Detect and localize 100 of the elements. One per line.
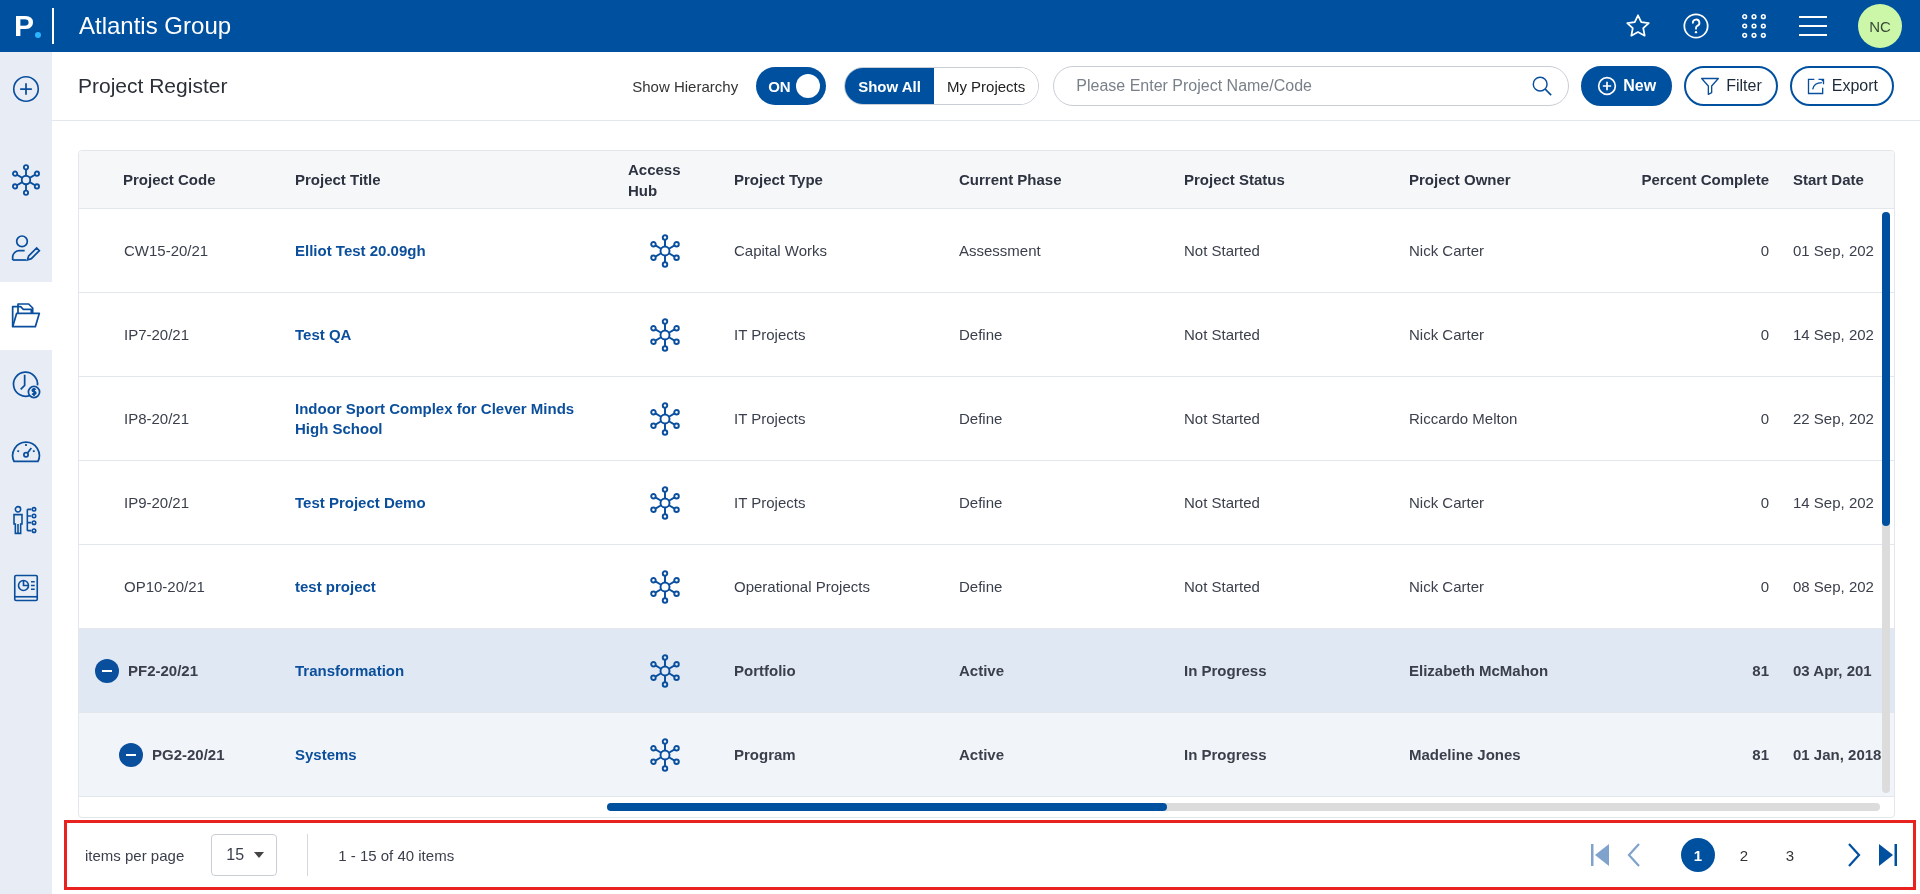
table-cell: Not Started bbox=[1184, 326, 1260, 343]
project-title-link[interactable]: Test Project Demo bbox=[295, 492, 456, 513]
clock-dollar-icon bbox=[10, 368, 42, 400]
table-cell: Define bbox=[959, 326, 1003, 343]
add-icon bbox=[12, 75, 40, 103]
table-cell: Active bbox=[959, 662, 1005, 679]
user-edit-icon bbox=[10, 232, 42, 264]
page-number[interactable]: 2 bbox=[1727, 838, 1761, 872]
table-cell: 0 bbox=[1760, 494, 1769, 511]
hierarchy-toggle[interactable]: ON bbox=[756, 67, 827, 105]
export-button[interactable]: Export bbox=[1789, 66, 1894, 106]
vertical-scrollbar[interactable] bbox=[1882, 212, 1890, 793]
project-title-link[interactable]: Systems bbox=[295, 744, 387, 765]
project-code: IP7-20/21 bbox=[124, 326, 190, 343]
network-icon[interactable] bbox=[647, 652, 683, 689]
collapse-icon[interactable] bbox=[95, 658, 119, 683]
column-header[interactable]: Current Phase bbox=[959, 151, 1184, 208]
page-number[interactable]: 1 bbox=[1681, 838, 1715, 872]
column-header[interactable]: Project Owner bbox=[1409, 151, 1634, 208]
table-row[interactable]: PG2-20/21 Systems Program Active In Progress Madeline Jones 81 01 Jan, 2018 bbox=[79, 713, 1894, 797]
column-header[interactable]: Start Date bbox=[1781, 151, 1894, 208]
user-avatar[interactable]: NC bbox=[1858, 4, 1902, 48]
star-icon[interactable] bbox=[1624, 12, 1652, 40]
column-header[interactable]: Percent Complete bbox=[1634, 151, 1781, 208]
project-title-link[interactable]: Elliot Test 20.09gh bbox=[295, 240, 456, 261]
table-cell: 81 bbox=[1752, 662, 1769, 679]
table-cell: 14 Sep, 202 bbox=[1793, 494, 1874, 511]
table-cell: Operational Projects bbox=[734, 578, 870, 595]
network-icon bbox=[9, 163, 43, 197]
page-size-select[interactable]: 15 bbox=[211, 834, 278, 876]
table-cell: 03 Apr, 201 bbox=[1793, 662, 1872, 679]
logo: P bbox=[14, 11, 50, 41]
project-title-link[interactable]: Indoor Sport Complex for Clever Minds High School bbox=[295, 398, 628, 439]
sidebar-item[interactable] bbox=[0, 282, 52, 350]
network-icon[interactable] bbox=[647, 568, 683, 605]
page-number[interactable]: 3 bbox=[1773, 838, 1807, 872]
table-cell: Nick Carter bbox=[1409, 578, 1484, 595]
view-option[interactable]: Show All bbox=[845, 68, 934, 104]
table-cell: IT Projects bbox=[734, 410, 806, 427]
search-icon bbox=[1531, 75, 1554, 97]
horizontal-scrollbar[interactable] bbox=[607, 803, 1880, 811]
items-per-page-label: items per page bbox=[85, 846, 185, 864]
project-title-link[interactable]: Transformation bbox=[295, 660, 435, 681]
last-page-icon[interactable] bbox=[1877, 841, 1899, 869]
table-cell: Define bbox=[959, 410, 1003, 427]
table-cell: In Progress bbox=[1184, 746, 1267, 763]
project-code: PF2-20/21 bbox=[128, 662, 199, 679]
column-header[interactable]: Project Type bbox=[734, 151, 959, 208]
table-cell: Define bbox=[959, 494, 1003, 511]
table-cell: Madeline Jones bbox=[1409, 746, 1521, 763]
table-cell: Define bbox=[959, 578, 1003, 595]
table-cell: Not Started bbox=[1184, 494, 1260, 511]
network-icon[interactable] bbox=[647, 736, 683, 773]
project-code: IP9-20/21 bbox=[124, 494, 190, 511]
table-cell: IT Projects bbox=[734, 494, 806, 511]
table-cell: Not Started bbox=[1184, 410, 1260, 427]
column-header[interactable]: Project Title bbox=[295, 151, 628, 208]
apps-grid-icon[interactable] bbox=[1740, 12, 1768, 40]
table-cell: 08 Sep, 202 bbox=[1793, 578, 1874, 595]
network-icon[interactable] bbox=[647, 484, 683, 521]
column-header[interactable]: Project Code bbox=[79, 151, 295, 208]
help-icon[interactable] bbox=[1682, 12, 1710, 40]
search-field[interactable]: Please Enter Project Name/Code bbox=[1053, 66, 1570, 106]
table-cell: 22 Sep, 202 bbox=[1793, 410, 1874, 427]
table-cell: Nick Carter bbox=[1409, 494, 1484, 511]
table-cell: Nick Carter bbox=[1409, 242, 1484, 259]
filter-button[interactable]: Filter bbox=[1684, 66, 1778, 106]
project-title-link[interactable]: Test QA bbox=[295, 324, 382, 345]
page-title: Project Register bbox=[78, 74, 228, 98]
new-button[interactable]: New bbox=[1581, 66, 1673, 106]
table-cell: Portfolio bbox=[734, 662, 796, 679]
network-icon[interactable] bbox=[647, 400, 683, 437]
collapse-icon[interactable] bbox=[119, 742, 143, 767]
table-cell: Not Started bbox=[1184, 242, 1260, 259]
table-cell: 01 Sep, 202 bbox=[1793, 242, 1874, 259]
organization-title: Atlantis Group bbox=[79, 12, 232, 40]
project-code: IP8-20/21 bbox=[124, 410, 190, 427]
table-cell: In Progress bbox=[1184, 662, 1267, 679]
export-icon bbox=[1805, 76, 1826, 96]
project-title-link[interactable]: test project bbox=[295, 576, 406, 597]
project-code: PG2-20/21 bbox=[152, 746, 225, 763]
report-icon bbox=[11, 573, 41, 603]
plus-circle-icon bbox=[1597, 76, 1618, 96]
column-header[interactable]: Access Hub bbox=[628, 151, 688, 208]
table-cell: 0 bbox=[1760, 410, 1769, 427]
table-cell: Nick Carter bbox=[1409, 326, 1484, 343]
hierarchy-label: Show Hierarchy bbox=[632, 77, 739, 95]
table-cell: Not Started bbox=[1184, 578, 1260, 595]
project-code: OP10-20/21 bbox=[124, 578, 205, 595]
table-cell: 0 bbox=[1760, 326, 1769, 343]
caret-icon bbox=[254, 851, 265, 859]
table-cell: 0 bbox=[1760, 578, 1769, 595]
table-cell: IT Projects bbox=[734, 326, 806, 343]
table-cell: 14 Sep, 202 bbox=[1793, 326, 1874, 343]
table-cell: 81 bbox=[1752, 746, 1769, 763]
filter-icon bbox=[1700, 76, 1721, 96]
network-icon[interactable] bbox=[647, 232, 683, 269]
network-icon[interactable] bbox=[647, 316, 683, 353]
table-row[interactable]: PF2-20/21 Transformation Portfolio Active In Progress Elizabeth McMahon 81 03 Apr, 201 bbox=[79, 629, 1894, 713]
column-header[interactable]: Project Status bbox=[1184, 151, 1409, 208]
